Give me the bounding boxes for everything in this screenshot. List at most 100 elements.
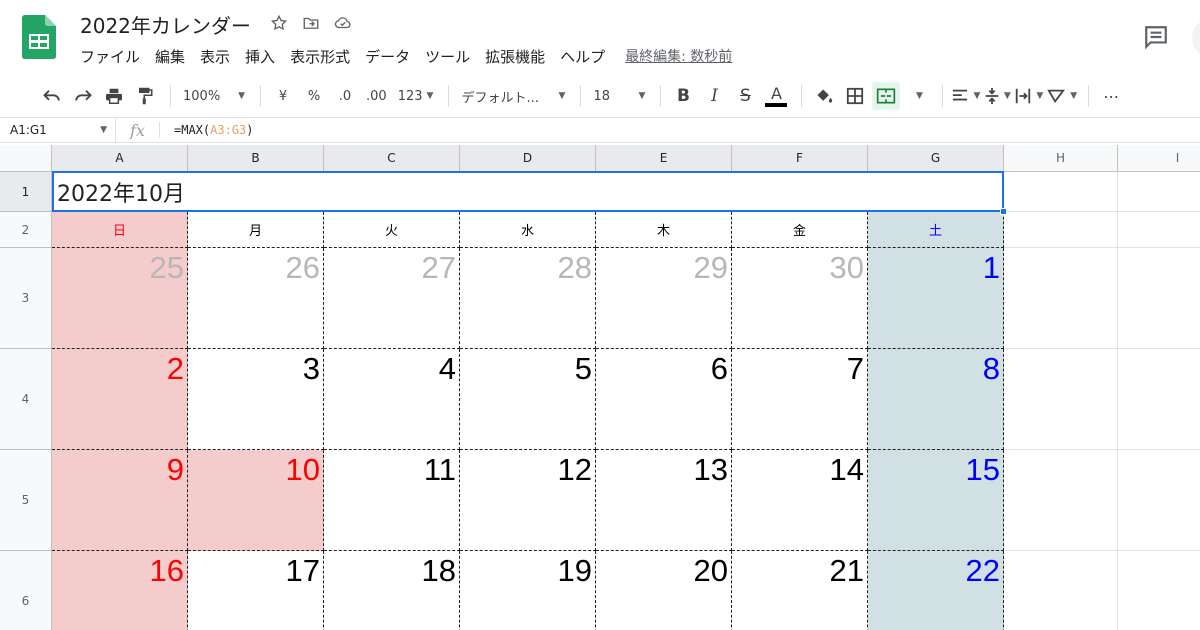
menu-format[interactable]: 表示形式 — [290, 46, 350, 67]
selection-fill-handle[interactable] — [1000, 208, 1007, 215]
menu-file[interactable]: ファイル — [80, 46, 140, 67]
text-wrapping-icon[interactable]: ▼ — [1014, 82, 1043, 110]
bold-button[interactable]: B — [669, 82, 697, 110]
star-icon[interactable] — [268, 12, 290, 34]
calendar-day-cell[interactable]: 20 — [596, 551, 732, 630]
calendar-day-cell[interactable]: 11 — [324, 450, 460, 551]
sheets-logo-icon[interactable] — [22, 15, 56, 59]
document-title[interactable]: 2022年カレンダー — [80, 10, 251, 39]
paint-format-icon[interactable] — [131, 82, 159, 110]
menu-data[interactable]: データ — [365, 46, 410, 67]
calendar-day-cell[interactable]: 16 — [52, 551, 188, 630]
calendar-day-cell[interactable]: 19 — [460, 551, 596, 630]
cell[interactable] — [1004, 349, 1118, 450]
share-button-edge[interactable] — [1192, 18, 1200, 58]
fill-color-icon[interactable] — [810, 82, 838, 110]
calendar-day-cell[interactable]: 28 — [460, 248, 596, 349]
row-header-5[interactable]: 5 — [0, 450, 52, 551]
column-header-h[interactable]: H — [1004, 145, 1118, 172]
calendar-day-cell[interactable]: 25 — [52, 248, 188, 349]
comment-history-icon[interactable] — [1142, 24, 1170, 50]
cell[interactable] — [1004, 248, 1118, 349]
calendar-day-cell[interactable]: 7 — [732, 349, 868, 450]
calendar-day-cell[interactable]: 4 — [324, 349, 460, 450]
menu-help[interactable]: ヘルプ — [560, 46, 605, 67]
cell[interactable] — [1004, 551, 1118, 630]
calendar-day-cell[interactable]: 2 — [52, 349, 188, 450]
text-rotation-icon[interactable]: ▼ — [1046, 82, 1077, 110]
zoom-select[interactable]: 100% ▼ — [179, 82, 249, 110]
calendar-day-cell[interactable]: 8 — [868, 349, 1004, 450]
column-header-g[interactable]: G — [868, 145, 1004, 172]
strikethrough-button[interactable]: S — [731, 82, 759, 110]
menu-tools[interactable]: ツール — [425, 46, 470, 67]
month-title-cell[interactable]: 2022年10月 — [52, 171, 1004, 212]
calendar-day-cell[interactable]: 5 — [460, 349, 596, 450]
merge-cells-icon[interactable] — [872, 82, 901, 110]
vertical-align-icon[interactable]: ▼ — [983, 82, 1011, 110]
calendar-day-cell[interactable]: 13 — [596, 450, 732, 551]
more-formats-button[interactable]: 123 ▼ — [394, 82, 438, 110]
cell[interactable] — [1118, 212, 1200, 248]
weekday-cell[interactable]: 月 — [188, 212, 324, 248]
calendar-day-cell[interactable]: 22 — [868, 551, 1004, 630]
move-folder-icon[interactable] — [300, 12, 322, 34]
font-size-select[interactable]: 18 ▼ — [589, 82, 649, 110]
cell[interactable] — [1118, 248, 1200, 349]
horizontal-align-icon[interactable]: ▼ — [951, 82, 980, 110]
calendar-day-cell[interactable]: 6 — [596, 349, 732, 450]
text-color-button[interactable]: A — [762, 82, 790, 110]
weekday-cell[interactable]: 水 — [460, 212, 596, 248]
calendar-day-cell[interactable]: 27 — [324, 248, 460, 349]
undo-icon[interactable] — [38, 82, 66, 110]
row-header-1[interactable]: 1 — [0, 172, 52, 212]
calendar-day-cell[interactable]: 3 — [188, 349, 324, 450]
cell[interactable] — [1004, 212, 1118, 248]
borders-icon[interactable] — [841, 82, 869, 110]
weekday-cell[interactable]: 日 — [52, 212, 188, 248]
calendar-day-cell[interactable]: 9 — [52, 450, 188, 551]
calendar-day-cell[interactable]: 10 — [188, 450, 324, 551]
print-icon[interactable] — [100, 82, 128, 110]
last-edit-link[interactable]: 最終編集: 数秒前 — [625, 46, 732, 67]
row-header-3[interactable]: 3 — [0, 248, 52, 349]
cell[interactable] — [1118, 349, 1200, 450]
row-header-2[interactable]: 2 — [0, 212, 52, 248]
menu-view[interactable]: 表示 — [200, 46, 230, 67]
calendar-day-cell[interactable]: 14 — [732, 450, 868, 551]
calendar-day-cell[interactable]: 21 — [732, 551, 868, 630]
currency-format-button[interactable]: ¥ — [269, 82, 297, 110]
select-all-corner[interactable] — [0, 145, 52, 172]
weekday-cell[interactable]: 火 — [324, 212, 460, 248]
name-box[interactable]: A1:G1 ▼ — [0, 118, 116, 142]
redo-icon[interactable] — [69, 82, 97, 110]
menu-edit[interactable]: 編集 — [155, 46, 185, 67]
cell[interactable] — [1004, 450, 1118, 551]
column-header-f[interactable]: F — [732, 145, 868, 172]
calendar-day-cell[interactable]: 17 — [188, 551, 324, 630]
cell[interactable] — [1118, 172, 1200, 212]
more-options-button[interactable]: ⋯ — [1097, 82, 1125, 110]
row-header-4[interactable]: 4 — [0, 349, 52, 450]
calendar-day-cell[interactable]: 12 — [460, 450, 596, 551]
menu-insert[interactable]: 挿入 — [245, 46, 275, 67]
cell[interactable] — [1118, 450, 1200, 551]
cell[interactable] — [1004, 172, 1118, 212]
calendar-day-cell[interactable]: 30 — [732, 248, 868, 349]
calendar-day-cell[interactable]: 29 — [596, 248, 732, 349]
formula-input[interactable]: =MAX(A3:G3) — [160, 123, 253, 137]
column-header-d[interactable]: D — [460, 145, 596, 172]
row-header-6[interactable]: 6 — [0, 551, 52, 630]
column-header-c[interactable]: C — [324, 145, 460, 172]
column-header-b[interactable]: B — [188, 145, 324, 172]
column-header-e[interactable]: E — [596, 145, 732, 172]
cell[interactable] — [1118, 551, 1200, 630]
percent-format-button[interactable]: % — [300, 82, 328, 110]
weekday-cell[interactable]: 金 — [732, 212, 868, 248]
calendar-day-cell[interactable]: 1 — [868, 248, 1004, 349]
cloud-saved-icon[interactable] — [332, 12, 354, 34]
merge-options-caret[interactable]: ▼ — [903, 82, 931, 110]
column-header-i[interactable]: I — [1118, 145, 1200, 172]
decrease-decimal-button[interactable]: .0 — [331, 82, 359, 110]
calendar-day-cell[interactable]: 15 — [868, 450, 1004, 551]
